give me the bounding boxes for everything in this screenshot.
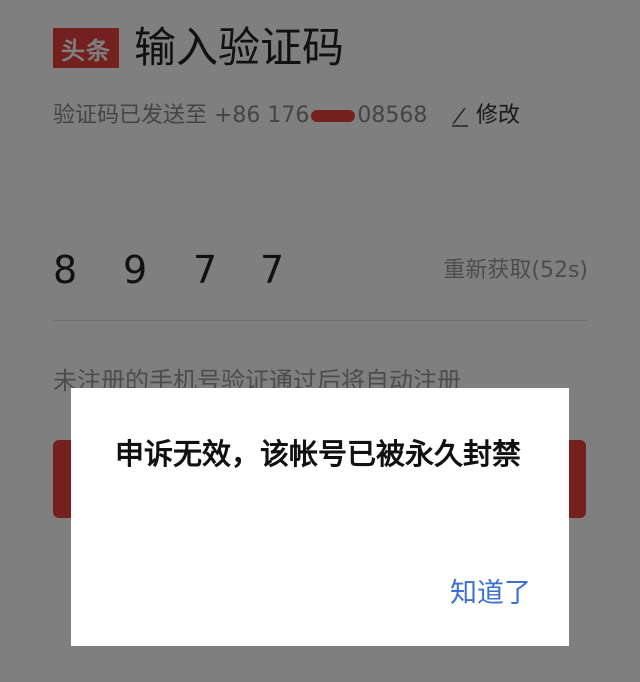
alert-dialog: 申诉无效，该帐号已被永久封禁 知道了 bbox=[71, 388, 569, 646]
dialog-message: 申诉无效，该帐号已被永久封禁 bbox=[115, 437, 522, 471]
confirm-button[interactable]: 知道了 bbox=[450, 576, 531, 612]
